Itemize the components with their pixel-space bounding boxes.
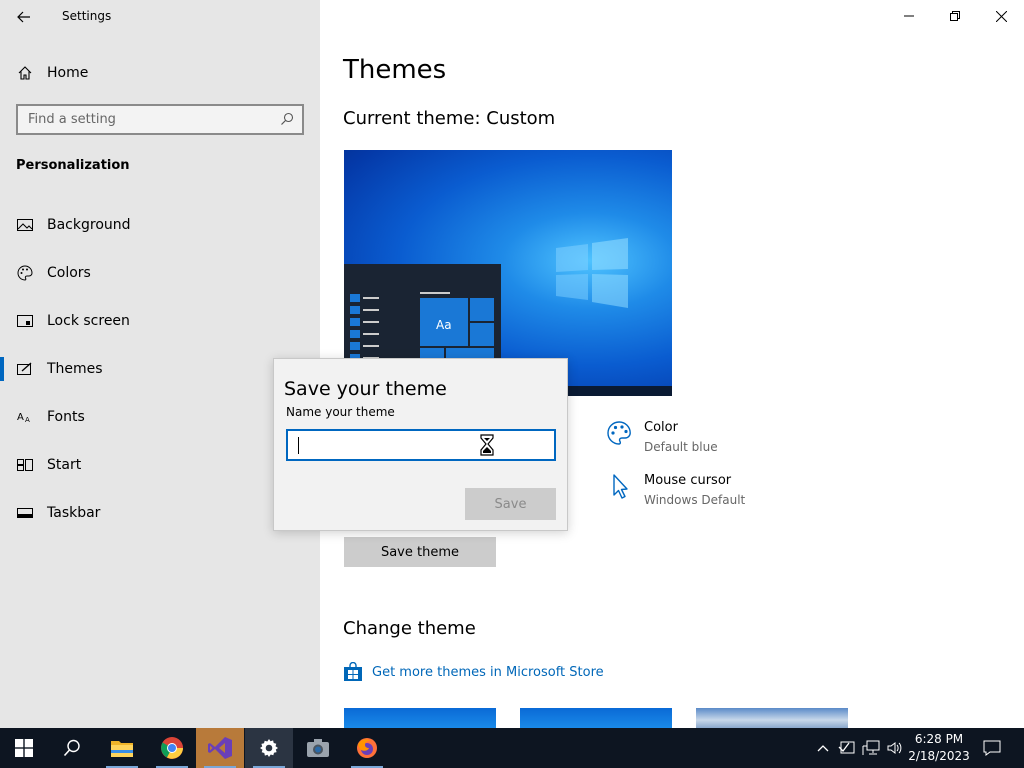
mouse-cursor-label: Mouse cursor (644, 473, 732, 488)
firefox-button[interactable] (343, 728, 391, 768)
chevron-up-icon (817, 745, 829, 752)
current-theme-label: Current theme: Custom (343, 108, 556, 129)
network-icon (862, 740, 880, 755)
camera-button[interactable] (294, 728, 342, 768)
nav-item-fonts[interactable]: AA Fonts (0, 397, 320, 437)
visual-studio-icon (208, 737, 232, 759)
theme-name-field[interactable] (286, 429, 556, 461)
theme-thumbnail-3[interactable] (696, 708, 848, 728)
visual-studio-button[interactable] (196, 728, 244, 768)
restore-button[interactable] (932, 0, 978, 32)
minimize-icon (904, 15, 914, 17)
chrome-icon (161, 737, 183, 759)
lock-screen-icon (16, 312, 34, 330)
back-arrow-icon (17, 11, 30, 23)
app-title: Settings (62, 9, 112, 23)
taskbar: 6:28 PM 2/18/2023 (0, 728, 1024, 768)
mouse-cursor-value: Windows Default (644, 493, 746, 507)
volume-button[interactable] (884, 728, 904, 768)
save-theme-button[interactable]: Save theme (344, 537, 496, 567)
back-button[interactable] (12, 6, 36, 28)
chrome-button[interactable] (148, 728, 196, 768)
safely-remove-icon (838, 741, 855, 754)
nav-item-taskbar[interactable]: Taskbar (0, 493, 320, 533)
dialog-title: Save your theme (284, 378, 447, 400)
nav-label-start: Start (47, 457, 82, 473)
search-icon (63, 739, 80, 757)
nav-item-background[interactable]: Background (0, 205, 320, 245)
mouse-cursor-setting[interactable]: Mouse cursor Windows Default (606, 473, 745, 507)
palette-icon (16, 264, 34, 282)
firefox-icon (357, 738, 377, 758)
search-button[interactable] (48, 728, 96, 768)
store-icon (344, 662, 362, 681)
palette-icon (607, 421, 631, 445)
taskbar-icon (16, 504, 34, 522)
home-icon (16, 64, 34, 82)
change-theme-heading: Change theme (343, 618, 476, 639)
dialog-save-button[interactable]: Save (465, 488, 556, 520)
folder-icon (111, 741, 133, 757)
home-label: Home (47, 65, 89, 81)
clock-date: 2/18/2023 (908, 749, 970, 763)
image-icon (16, 216, 34, 234)
clock[interactable]: 6:28 PM 2/18/2023 (908, 731, 970, 765)
network-button[interactable] (860, 728, 882, 768)
save-theme-dialog: Save your theme Name your theme Save (273, 358, 568, 531)
svg-text:A: A (25, 416, 30, 424)
themes-icon (16, 360, 34, 378)
clock-time: 6:28 PM (914, 732, 964, 746)
busy-cursor-icon (480, 434, 494, 456)
nav-label-colors: Colors (47, 265, 91, 281)
nav-label-lock-screen: Lock screen (47, 313, 130, 329)
text-caret (298, 437, 299, 454)
nav-label-fonts: Fonts (47, 409, 85, 425)
restore-icon (950, 11, 960, 21)
color-value: Default blue (644, 440, 718, 454)
search-box[interactable] (16, 104, 304, 135)
nav-label-taskbar: Taskbar (47, 505, 101, 521)
close-button[interactable] (978, 0, 1024, 32)
nav-item-lock-screen[interactable]: Lock screen (0, 301, 320, 341)
windows-icon (15, 739, 33, 757)
file-explorer-button[interactable] (98, 728, 146, 768)
cursor-icon (613, 474, 628, 499)
nav-item-colors[interactable]: Colors (0, 253, 320, 293)
nav-label-background: Background (47, 217, 131, 233)
close-icon (995, 10, 1007, 22)
page-title: Themes (343, 55, 447, 85)
show-hidden-icons-button[interactable] (814, 728, 832, 768)
sidebar: Settings Home Personalization Background… (0, 0, 320, 728)
color-label: Color (644, 420, 678, 435)
search-input[interactable] (18, 112, 268, 127)
gear-icon (260, 739, 278, 757)
nav-label-themes: Themes (47, 361, 103, 377)
microsoft-store-link[interactable]: Get more themes in Microsoft Store (343, 662, 604, 682)
start-button[interactable] (0, 728, 48, 768)
fonts-icon: AA (16, 408, 34, 426)
action-center-button[interactable] (978, 728, 1006, 768)
section-header: Personalization (16, 158, 130, 173)
nav-home[interactable]: Home (0, 58, 320, 88)
start-icon (16, 456, 34, 474)
camera-icon (307, 739, 329, 757)
nav-item-themes[interactable]: Themes (0, 349, 320, 389)
store-link-text: Get more themes in Microsoft Store (372, 664, 604, 680)
minimize-button[interactable] (886, 0, 932, 32)
nav-item-start[interactable]: Start (0, 445, 320, 485)
notification-icon (983, 740, 1001, 756)
theme-name-input[interactable] (288, 431, 554, 459)
dialog-subtitle: Name your theme (286, 405, 395, 419)
svg-text:A: A (17, 412, 24, 423)
color-setting[interactable]: Color Default blue (606, 420, 718, 454)
windows-logo-graphic (556, 238, 628, 308)
preview-tile-text: Aa (436, 318, 452, 332)
theme-thumbnail-1[interactable] (344, 708, 496, 728)
tray-notifications-icon-button[interactable] (836, 728, 858, 768)
theme-thumbnail-2[interactable] (520, 708, 672, 728)
speaker-icon (887, 742, 902, 754)
search-icon[interactable] (280, 112, 294, 126)
settings-button[interactable] (245, 728, 293, 768)
